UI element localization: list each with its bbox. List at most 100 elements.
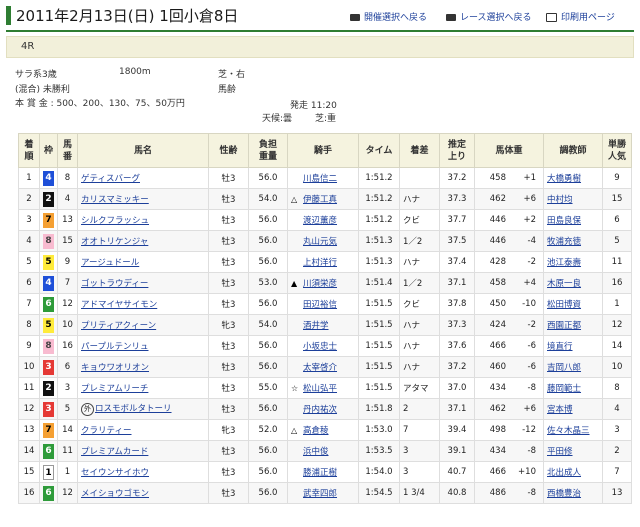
jockey-link[interactable]: 武幸四郎 [303, 489, 337, 499]
jockey-link[interactable]: 丹内祐次 [303, 405, 337, 415]
race-prize: 本 賞 金 : 500、200、130、75、50万円 [15, 99, 185, 109]
sex-age-cell: 牡3 [208, 440, 249, 462]
horse-name-link[interactable]: アドマイヤサイモン [81, 300, 157, 310]
print-page-link[interactable]: 印刷用ページ [546, 10, 615, 23]
horse-name-link[interactable]: カリスマミッキー [81, 195, 149, 205]
trainer-link[interactable]: 西園正都 [547, 321, 581, 331]
horse-name-link[interactable]: プリティアクィーン [81, 321, 156, 331]
trainer-link[interactable]: 大橋勇樹 [547, 174, 581, 184]
horse-name-link[interactable]: キョウワオリオン [81, 363, 149, 373]
trainer-link[interactable]: 佐々木晶三 [547, 426, 590, 436]
trainer-link[interactable]: 西橋豊治 [547, 489, 581, 499]
popularity-cell: 15 [602, 188, 632, 210]
jockey-link[interactable]: 酒井学 [303, 321, 329, 331]
last3f-cell: 39.4 [439, 419, 475, 441]
back-to-race-link[interactable]: レース選択へ戻る [446, 10, 532, 23]
horse-name-link[interactable]: セイウンサイホウ [81, 468, 149, 478]
waku-badge: 8 [43, 233, 54, 249]
col-umaban[interactable]: 馬番 [57, 133, 78, 168]
jockey-link[interactable]: 川須栄彦 [303, 279, 337, 289]
rank-cell: 8 [18, 314, 40, 336]
trainer-link[interactable]: 牧浦充徳 [547, 237, 581, 247]
trainer-cell: 田島良保 [543, 209, 603, 231]
popularity-cell: 11 [602, 251, 632, 273]
jockey-link[interactable]: 田辺裕信 [303, 300, 337, 310]
jockey-link[interactable]: 上村洋行 [303, 258, 337, 268]
jockey-link[interactable]: 川島信二 [303, 174, 337, 184]
time-cell: 1:54.0 [358, 461, 400, 483]
col-popularity-label-2: 人気 [607, 151, 626, 162]
col-margin[interactable]: 着差 [399, 133, 440, 168]
horse-name-cell: クラリティー [77, 419, 209, 441]
col-weight[interactable]: 負担 重量 [248, 133, 288, 168]
col-jockey[interactable]: 騎手 [287, 133, 359, 168]
jockey-link[interactable]: 小坂忠士 [303, 342, 337, 352]
horse-name-link[interactable]: オオトリケンジャ [81, 237, 148, 247]
umaban-cell: 1 [57, 461, 78, 483]
rank-cell: 10 [18, 356, 40, 378]
col-popularity[interactable]: 単勝 人気 [602, 133, 632, 168]
trainer-link[interactable]: 平田修 [547, 447, 573, 457]
jockey-link[interactable]: 伊藤工真 [303, 195, 337, 205]
col-sex-age[interactable]: 性齢 [208, 133, 249, 168]
trainer-link[interactable]: 境直行 [547, 342, 573, 352]
jockey-link[interactable]: 渡辺薫彦 [303, 216, 337, 226]
col-sex-age-label: 性齢 [219, 145, 238, 156]
horse-name-link[interactable]: シルクフラッシュ [81, 216, 149, 226]
trainer-link[interactable]: 田島良保 [547, 216, 581, 226]
jockey-cell: 上村洋行 [287, 251, 359, 273]
table-row: 16 6 12 メイショウゴモン 牡3 56.0 武幸四郎 1:54.5 1 3/4 40.8 48… [18, 482, 632, 504]
col-last3f[interactable]: 推定 上り [439, 133, 475, 168]
time-cell: 1:51.4 [358, 272, 400, 294]
jockey-link[interactable]: 勝浦正樹 [303, 468, 337, 478]
waku-badge: 4 [43, 275, 54, 291]
waku-badge: 5 [43, 317, 54, 333]
margin-cell: ハナ [399, 188, 440, 210]
horse-name-link[interactable]: メイショウゴモン [81, 489, 149, 499]
body-weight-diff: -6 [527, 341, 536, 351]
jockey-link[interactable]: 高倉稜 [303, 426, 329, 436]
back-to-meeting-link[interactable]: 開催選択へ戻る [350, 10, 427, 23]
horse-name-link[interactable]: ゲティスバーグ [81, 174, 140, 184]
trainer-link[interactable]: 木原一良 [547, 279, 581, 289]
trainer-link[interactable]: 松田博資 [547, 300, 581, 310]
sex-age-cell: 牡3 [208, 188, 249, 210]
waku-badge: 7 [43, 212, 54, 228]
rank-cell: 6 [18, 272, 40, 294]
horse-name-link[interactable]: ゴットラウディー [81, 279, 148, 289]
waku-badge: 2 [43, 191, 54, 207]
col-body-weight[interactable]: 馬体重 [474, 133, 544, 168]
jockey-link[interactable]: 丸山元気 [303, 237, 337, 247]
horse-name-link[interactable]: パープルテンリュ [81, 342, 149, 352]
trainer-link[interactable]: 吉岡八郎 [547, 363, 581, 373]
horse-name-link[interactable]: プレミアムリーチ [81, 384, 148, 394]
waku-badge: 6 [43, 296, 54, 312]
horse-name-link[interactable]: ロスモボルタトーリ [95, 404, 172, 414]
col-horse-name[interactable]: 馬名 [77, 133, 209, 168]
sex-age-cell: 牝3 [208, 419, 249, 441]
col-waku[interactable]: 枠 [39, 133, 58, 168]
time-cell: 1:51.5 [358, 377, 400, 399]
horse-name-link[interactable]: アージュドール [81, 258, 139, 268]
jockey-link[interactable]: 浜中俊 [303, 447, 329, 457]
trainer-link[interactable]: 池江泰壽 [547, 258, 581, 268]
trainer-link[interactable]: 藤岡範士 [547, 384, 581, 394]
rank-cell: 15 [18, 461, 40, 483]
umaban-cell: 9 [57, 251, 78, 273]
horse-name-link[interactable]: クラリティー [81, 426, 132, 436]
trainer-link[interactable]: 宮本博 [547, 405, 573, 415]
trainer-link[interactable]: 中村均 [547, 195, 573, 205]
body-weight-cell: 462 +6 [474, 398, 544, 420]
jockey-link[interactable]: 太宰啓介 [303, 363, 337, 373]
col-trainer[interactable]: 調教師 [543, 133, 603, 168]
table-row: 13 7 14 クラリティー 牝3 52.0 △ 高倉稜 1:53.0 7 39.4 498 -12 佐々… [18, 419, 632, 441]
col-time[interactable]: タイム [358, 133, 400, 168]
jockey-cell: 酒井学 [287, 314, 359, 336]
col-rank[interactable]: 着順 [18, 133, 40, 168]
horse-name-link[interactable]: プレミアムカード [81, 447, 148, 457]
trainer-link[interactable]: 北出成人 [547, 468, 581, 478]
race-weight-rule: 馬齢 [218, 85, 237, 95]
jockey-link[interactable]: 松山弘平 [303, 384, 337, 394]
horse-name-cell: プレミアムカード [77, 440, 209, 462]
body-weight-diff: +2 [523, 215, 536, 225]
